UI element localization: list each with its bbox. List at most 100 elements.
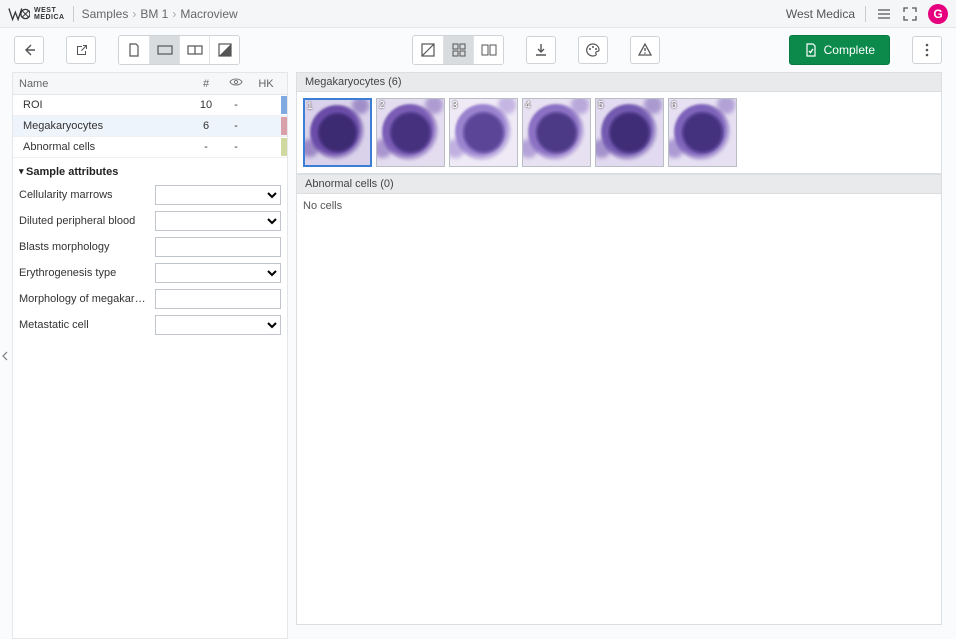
cell-name: ROI	[13, 95, 191, 116]
topbar: WEST MEDICA Samples › BM 1 › Macroview W…	[0, 0, 956, 28]
eye-icon	[229, 77, 243, 87]
download-button[interactable]	[526, 36, 556, 64]
cell-thumbnail[interactable]: 4	[522, 98, 591, 167]
open-external-button[interactable]	[66, 36, 96, 64]
view-mode-group	[118, 35, 240, 65]
attribute-row: Erythrogenesis type	[13, 260, 287, 286]
cell-thumbnail[interactable]: 3	[449, 98, 518, 167]
chevron-right-icon: ›	[172, 7, 176, 21]
brand-bottom: MEDICA	[34, 14, 65, 21]
sample-attributes: Cellularity marrows Diluted peripheral bl…	[13, 182, 287, 338]
cell-count: 6	[191, 116, 221, 137]
cell-thumbnail[interactable]: 2	[376, 98, 445, 167]
avatar[interactable]: G	[928, 4, 948, 24]
panel-mega-header: Megakaryocytes (6)	[296, 72, 942, 91]
attribute-label: Metastatic cell	[19, 319, 149, 331]
class-table: Name # HK ROI10-Megakaryocytes6-Abnormal…	[13, 73, 287, 158]
crumb-1[interactable]: BM 1	[140, 7, 168, 21]
document-check-icon	[804, 43, 818, 57]
fullscreen-icon[interactable]	[902, 6, 918, 22]
logo-icon	[8, 6, 30, 22]
cell-eye: -	[221, 116, 251, 137]
chevron-right-icon: ›	[132, 7, 136, 21]
attribute-input[interactable]	[155, 237, 281, 257]
separator	[865, 6, 866, 22]
cell-thumbnail[interactable]: 6	[668, 98, 737, 167]
main: Name # HK ROI10-Megakaryocytes6-Abnormal…	[0, 72, 956, 639]
attribute-row: Blasts morphology	[13, 234, 287, 260]
toolbar: Complete	[0, 28, 956, 72]
layout-group	[412, 35, 504, 65]
content: Megakaryocytes (6) 123456 Abnormal cells…	[296, 72, 942, 625]
thumb-number: 5	[598, 100, 604, 111]
thumb-number: 1	[307, 101, 313, 112]
attribute-select[interactable]	[155, 315, 281, 335]
col-hk[interactable]: HK	[251, 73, 281, 95]
crumb-2[interactable]: Macroview	[180, 7, 237, 21]
topbar-right: West Medica G	[786, 4, 948, 24]
thumb-number: 3	[452, 100, 458, 111]
col-eye[interactable]	[221, 73, 251, 95]
cell-count: 10	[191, 95, 221, 116]
separator	[73, 6, 74, 22]
palette-button[interactable]	[578, 36, 608, 64]
attribute-row: Metastatic cell	[13, 312, 287, 338]
menu-lines-icon[interactable]	[876, 6, 892, 22]
col-name[interactable]: Name	[13, 73, 191, 95]
brand-top: WEST	[34, 7, 65, 14]
cell-hk	[251, 137, 281, 158]
row-accent	[281, 116, 287, 137]
cell-hk	[251, 95, 281, 116]
cell-name: Megakaryocytes	[13, 116, 191, 137]
attribute-label: Morphology of megakaryocyt...	[19, 293, 149, 305]
view-split-button[interactable]	[179, 36, 209, 64]
back-button[interactable]	[14, 36, 44, 64]
layout-compare-button[interactable]	[473, 36, 503, 64]
col-count[interactable]: #	[191, 73, 221, 95]
attribute-row: Morphology of megakaryocyt...	[13, 286, 287, 312]
cell-eye: -	[221, 95, 251, 116]
attribute-label: Diluted peripheral blood	[19, 215, 149, 227]
cell-thumbnail[interactable]: 5	[595, 98, 664, 167]
username: West Medica	[786, 7, 855, 21]
cell-count: -	[191, 137, 221, 158]
sample-attributes-header[interactable]: Sample attributes	[13, 158, 287, 182]
attribute-row: Diluted peripheral blood	[13, 208, 287, 234]
attribute-label: Erythrogenesis type	[19, 267, 149, 279]
layout-single-button[interactable]	[413, 36, 443, 64]
attribute-select[interactable]	[155, 185, 281, 205]
attribute-label: Blasts morphology	[19, 241, 149, 253]
attribute-select[interactable]	[155, 211, 281, 231]
view-page-button[interactable]	[119, 36, 149, 64]
panel-mega-body: 123456	[296, 91, 942, 174]
cell-name: Abnormal cells	[13, 137, 191, 158]
complete-button[interactable]: Complete	[789, 35, 890, 65]
topbar-left: WEST MEDICA Samples › BM 1 › Macroview	[8, 6, 238, 22]
view-contrast-button[interactable]	[209, 36, 239, 64]
layout-grid-button[interactable]	[443, 36, 473, 64]
row-accent	[281, 95, 287, 116]
table-row[interactable]: Abnormal cells--	[13, 137, 287, 158]
breadcrumb: Samples › BM 1 › Macroview	[82, 7, 238, 21]
table-row[interactable]: Megakaryocytes6-	[13, 116, 287, 137]
attribute-label: Cellularity marrows	[19, 189, 149, 201]
table-row[interactable]: ROI10-	[13, 95, 287, 116]
attribute-select[interactable]	[155, 263, 281, 283]
brand-logo: WEST MEDICA	[8, 6, 65, 22]
attribute-row: Cellularity marrows	[13, 182, 287, 208]
cell-eye: -	[221, 137, 251, 158]
warning-button[interactable]	[630, 36, 660, 64]
attribute-input[interactable]	[155, 289, 281, 309]
sidebar-collapse-handle[interactable]	[0, 336, 10, 376]
cell-thumbnail[interactable]: 1	[303, 98, 372, 167]
thumb-number: 6	[671, 100, 677, 111]
crumb-0[interactable]: Samples	[82, 7, 129, 21]
more-button[interactable]	[912, 36, 942, 64]
panel-abnormal-header: Abnormal cells (0)	[296, 174, 942, 193]
panel-abnormal-body: No cells	[296, 193, 942, 625]
cell-hk	[251, 116, 281, 137]
thumbnail-strip: 123456	[303, 98, 935, 167]
view-wide-button[interactable]	[149, 36, 179, 64]
thumb-number: 4	[525, 100, 531, 111]
sidebar: Name # HK ROI10-Megakaryocytes6-Abnormal…	[12, 72, 288, 639]
